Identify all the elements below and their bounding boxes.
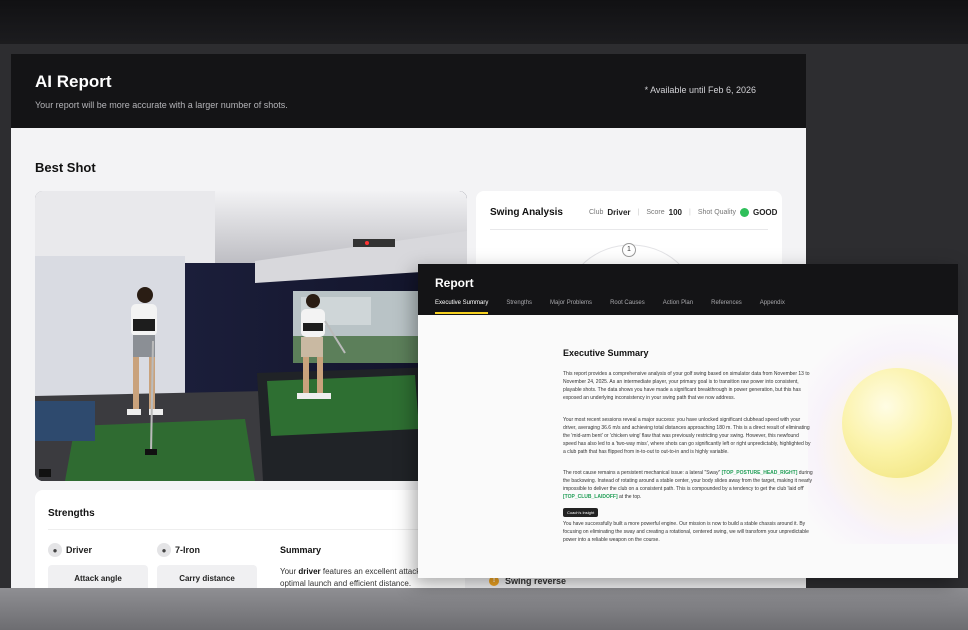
club-label: Club [589, 209, 604, 216]
summary-pre: Your [280, 567, 299, 576]
swing-meta: Club Driver | Score 100 | Shot Quality G… [589, 208, 777, 217]
summary-paragraph-3: The root cause remains a persistent mech… [563, 469, 813, 501]
swing-analysis-title: Swing Analysis [490, 207, 563, 218]
strengths-card: Strengths ● Driver ● 7-Iron Attack angle… [35, 490, 465, 588]
summary-title: Summary [280, 545, 322, 555]
golf-club-icon: ● [48, 543, 62, 557]
report-header: Report Executive Summary Strengths Major… [418, 264, 958, 315]
check-circle-icon [739, 208, 749, 217]
club-7-iron[interactable]: ● 7-Iron [157, 543, 200, 557]
strengths-title: Strengths [48, 508, 95, 519]
tab-references[interactable]: References [711, 300, 742, 314]
metric-attack-angle: Attack angle [48, 565, 148, 588]
summary-paragraph-4: You have successfully built a more power… [563, 521, 809, 543]
coach-insight-button[interactable]: Coach's Insight [563, 508, 599, 517]
ai-report-title: AI Report [35, 72, 112, 91]
report-window: Report Executive Summary Strengths Major… [418, 264, 958, 578]
para3-pre: The root cause remains a persistent mech… [563, 470, 722, 476]
divider [48, 529, 452, 530]
tab-appendix[interactable]: Appendix [760, 300, 785, 314]
score-value: 100 [668, 208, 683, 217]
metric-carry-distance: Carry distance [157, 565, 257, 588]
simulator-photo-illustration [35, 191, 467, 481]
availability-note: * Available until Feb 6, 2026 [644, 85, 756, 95]
golf-club-icon: ● [157, 543, 171, 557]
tab-executive-summary[interactable]: Executive Summary [435, 300, 489, 314]
club-driver[interactable]: ● Driver [48, 543, 92, 557]
code-tag: [TOP_CLUB_LAIDOFF] [563, 494, 618, 500]
tab-strengths[interactable]: Strengths [506, 300, 532, 314]
best-shot-title: Best Shot [35, 160, 96, 175]
meta-separator: | [689, 209, 691, 216]
report-title: Report [435, 276, 474, 290]
best-shot-photo[interactable] [35, 191, 467, 481]
tab-root-causes[interactable]: Root Causes [610, 300, 645, 314]
club-7-iron-label: 7-Iron [175, 545, 201, 555]
shot-quality-label: Shot Quality [697, 209, 736, 216]
tab-action-plan[interactable]: Action Plan [663, 300, 693, 314]
summary-paragraph-2: Your most recent sessions reveal a major… [563, 417, 811, 455]
club-value: Driver [607, 208, 631, 217]
divider [490, 229, 768, 230]
ai-report-header: AI Report Your report will be more accur… [11, 54, 806, 128]
background-top [0, 0, 968, 44]
shot-quality-value: GOOD [752, 208, 778, 217]
report-tabs: Executive Summary Strengths Major Proble… [435, 300, 785, 314]
meta-separator: | [637, 209, 640, 216]
background-bottom [0, 588, 968, 630]
score-label: Score [646, 209, 665, 216]
ai-report-subtitle: Your report will be more accurate with a… [35, 100, 288, 110]
summary-paragraph-1: This report provides a comprehensive ana… [563, 371, 810, 401]
gauge-marker: 1 [622, 243, 636, 257]
club-driver-label: Driver [66, 545, 93, 555]
executive-summary-title: Executive Summary [563, 348, 649, 358]
golf-ball-icon [842, 368, 952, 478]
summary-bold: driver [298, 567, 321, 576]
code-tag: [TOP_POSTURE_HEAD_RIGHT] [721, 470, 798, 476]
para3-post: at the top. [617, 494, 642, 500]
tab-major-problems[interactable]: Major Problems [550, 300, 592, 314]
